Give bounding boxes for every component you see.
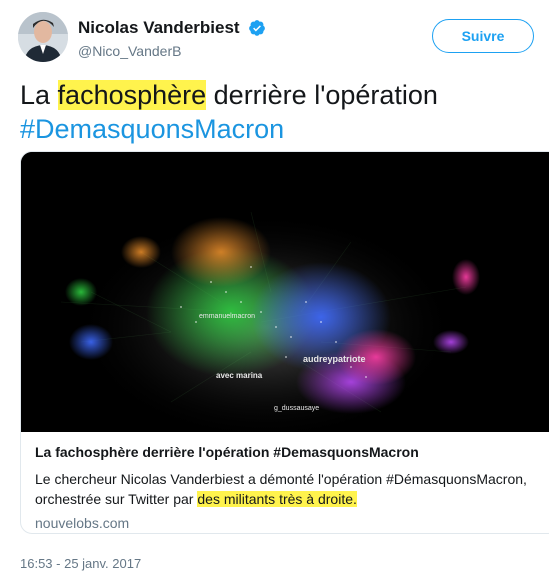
display-name[interactable]: Nicolas Vanderbiest	[78, 18, 240, 38]
follow-button[interactable]: Suivre	[432, 19, 534, 53]
hashtag-link[interactable]: #DemasquonsMacron	[20, 114, 284, 144]
user-info: Nicolas Vanderbiest @Nico_VanderB	[78, 18, 266, 59]
tweet-text-highlight: fachosphère	[57, 80, 207, 110]
graph-label-audreypatriote: audreypatriote	[303, 354, 366, 364]
card-body[interactable]: La fachosphère derrière l'opération #Dem…	[35, 444, 549, 531]
card-image[interactable]: emmanuelmacron audreypatriote avec marin…	[21, 152, 549, 442]
card-description-highlight: des militants très à droite.	[197, 491, 357, 507]
verified-badge-icon	[248, 19, 266, 37]
card-description: Le chercheur Nicolas Vanderbiest a démon…	[35, 469, 549, 509]
tweet-text-prefix: La	[20, 80, 58, 110]
tweet-header: Nicolas Vanderbiest @Nico_VanderB Suivre	[18, 12, 549, 68]
tweet: Nicolas Vanderbiest @Nico_VanderB Suivre…	[0, 0, 549, 581]
graph-label-emmanuelmacron: emmanuelmacron	[199, 313, 255, 320]
tweet-timestamp[interactable]: 16:53 - 25 janv. 2017	[20, 556, 141, 571]
avatar[interactable]	[18, 12, 68, 62]
graph-label-avec-marina: avec marina	[216, 371, 263, 380]
card-domain[interactable]: nouvelobs.com	[35, 515, 549, 531]
card-title[interactable]: La fachosphère derrière l'opération #Dem…	[35, 444, 549, 460]
tweet-text-suffix: derrière l'opération	[206, 80, 438, 110]
link-card[interactable]: emmanuelmacron audreypatriote avec marin…	[20, 151, 549, 534]
graph-label-g-dussausaye: g_dussausaye	[274, 405, 319, 412]
user-handle[interactable]: @Nico_VanderB	[78, 43, 266, 59]
tweet-text: La fachosphère derrière l'opération #Dem…	[20, 78, 540, 146]
